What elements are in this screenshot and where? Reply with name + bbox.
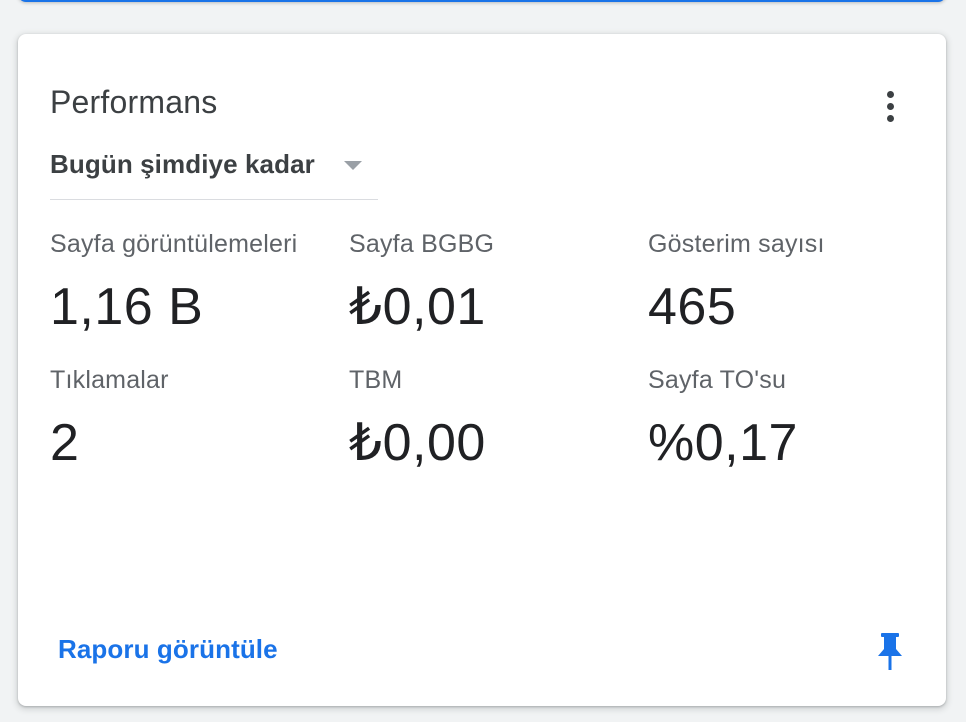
metric-value: ₺0,01 <box>349 278 486 336</box>
metric-page-ctr: Sayfa TO'su %0,17 <box>648 366 918 473</box>
metric-label: Tıklamalar <box>50 366 169 394</box>
metric-label: Sayfa BGBG <box>349 230 495 258</box>
metric-cpc: TBM ₺0,00 <box>349 366 619 473</box>
more-options-button[interactable] <box>870 86 910 126</box>
card-title: Performans <box>50 84 218 120</box>
metric-label: Sayfa TO'su <box>648 366 787 394</box>
metric-value: ₺0,00 <box>349 414 486 472</box>
pin-icon <box>878 633 902 670</box>
more-vert-icon-dot <box>886 114 894 122</box>
pin-button[interactable] <box>870 630 910 672</box>
metric-page-views: Sayfa görüntülemeleri 1,16 B <box>50 230 312 337</box>
more-vert-icon <box>886 90 894 98</box>
date-range-dropdown[interactable]: Bugün şimdiye kadar <box>50 147 378 200</box>
metric-value: %0,17 <box>648 414 798 472</box>
metric-label: Gösterim sayısı <box>648 230 825 258</box>
more-vert-icon-dot <box>886 102 894 110</box>
metric-value: 465 <box>648 278 737 336</box>
date-range-label: Bugün şimdiye kadar <box>50 149 315 179</box>
metric-clicks: Tıklamalar 2 <box>50 366 320 473</box>
metric-value: 1,16 B <box>50 278 204 336</box>
metric-label: TBM <box>349 366 403 394</box>
dropdown-arrow-icon <box>344 161 362 170</box>
performance-card: Performans Bugün şimdiye kadar Sayfa gör… <box>18 34 946 706</box>
previous-card-edge <box>18 0 946 2</box>
metric-label: Sayfa görüntülemeleri <box>50 230 298 258</box>
metric-page-rpm: Sayfa BGBG ₺0,01 <box>349 230 619 337</box>
view-report-link[interactable]: Raporu görüntüle <box>58 634 278 665</box>
metric-impressions: Gösterim sayısı 465 <box>648 230 918 337</box>
metric-value: 2 <box>50 414 80 472</box>
